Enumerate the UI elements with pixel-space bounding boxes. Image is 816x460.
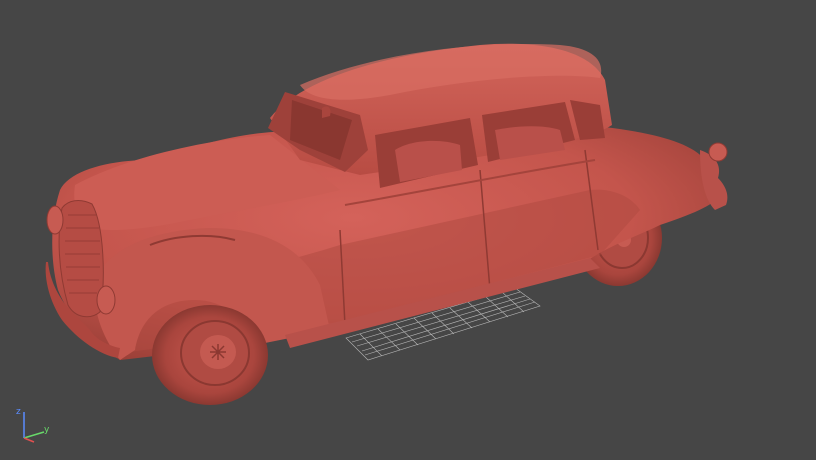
x-axis-line — [23, 437, 35, 443]
axis-gizmo: z y — [12, 404, 62, 450]
tail-light — [708, 142, 728, 162]
headlight-right — [96, 285, 116, 315]
y-axis-line — [23, 431, 45, 439]
z-axis-label: z — [16, 407, 21, 417]
y-axis-label: y — [44, 425, 50, 435]
3d-viewport[interactable]: z y — [0, 0, 816, 460]
headlight-left — [46, 205, 64, 235]
scene-canvas[interactable] — [0, 0, 816, 460]
car-model[interactable] — [45, 43, 728, 405]
